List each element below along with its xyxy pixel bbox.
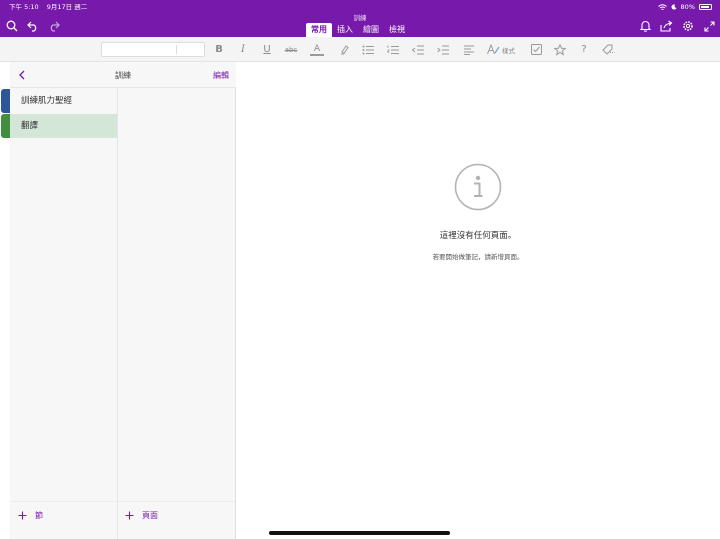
tab-draw[interactable]: 繪圖 xyxy=(358,23,384,37)
home-indicator[interactable] xyxy=(269,531,450,535)
info-icon xyxy=(454,163,502,211)
font-color-bar xyxy=(310,53,324,56)
align-left-icon xyxy=(464,45,474,55)
decrease-indent-button[interactable] xyxy=(411,42,425,57)
indent-icon xyxy=(436,45,449,54)
tab-view[interactable]: 檢視 xyxy=(384,23,410,37)
bold-button[interactable]: B xyxy=(212,42,226,57)
navigation-title: 訓練 xyxy=(115,71,131,80)
expand-icon xyxy=(703,20,715,32)
styles-label: 樣式 xyxy=(502,46,515,55)
formatting-toolbar: B I U abc A 樣式 ? xyxy=(0,37,720,62)
sections-footer-divider xyxy=(10,501,117,502)
search-button[interactable] xyxy=(4,18,20,34)
todo-tag-button[interactable] xyxy=(529,42,543,57)
add-section-label: 節 xyxy=(35,511,43,520)
moon-icon xyxy=(671,4,677,10)
styles-button[interactable]: 樣式 xyxy=(487,42,515,57)
redo-button[interactable] xyxy=(46,18,62,34)
status-bar-right: 80% xyxy=(657,3,712,11)
more-tags-button[interactable] xyxy=(601,42,615,57)
notifications-button[interactable] xyxy=(637,18,653,34)
share-icon xyxy=(659,20,672,32)
undo-button[interactable] xyxy=(25,18,41,34)
edit-button[interactable]: 編輯 xyxy=(213,70,229,81)
share-button[interactable] xyxy=(658,18,674,34)
empty-state-title: 這裡沒有任何頁面。 xyxy=(439,231,517,241)
add-section-button[interactable]: 節 xyxy=(18,510,43,521)
styles-icon xyxy=(487,44,500,55)
highlight-button[interactable] xyxy=(337,42,351,57)
notebook-title: 訓練 xyxy=(353,14,367,22)
expand-button[interactable] xyxy=(701,18,717,34)
font-color-letter: A xyxy=(313,43,321,54)
bullet-list-icon xyxy=(362,45,374,54)
plus-icon xyxy=(125,511,134,520)
plus-icon xyxy=(18,511,27,520)
navigation-header: 訓練 編輯 xyxy=(10,62,236,88)
settings-button[interactable] xyxy=(680,18,696,34)
section-item-strength-training[interactable]: 訓練肌力聖經 xyxy=(10,89,117,113)
add-page-label: 頁面 xyxy=(142,511,158,520)
gear-icon xyxy=(683,21,693,31)
section-item-translation[interactable]: 翻譯 xyxy=(10,114,117,138)
undo-icon xyxy=(27,21,37,32)
app-header: 下午 5:10 9月17日 週二 80% 訓練 常用 插入 繪圖 檢視 xyxy=(0,0,720,37)
star-icon xyxy=(554,43,566,56)
status-date: 9月17日 週二 xyxy=(46,3,88,11)
font-color-button[interactable]: A xyxy=(310,42,324,57)
bell-icon xyxy=(639,20,651,32)
section-label: 翻譯 xyxy=(21,121,39,131)
ribbon-tabs: 常用 插入 繪圖 檢視 xyxy=(306,23,410,37)
battery-percent: 80% xyxy=(680,3,695,11)
font-selector[interactable] xyxy=(101,42,205,57)
question-tag-button[interactable]: ? xyxy=(577,42,591,57)
pages-pane xyxy=(118,88,236,539)
bullets-button[interactable] xyxy=(361,42,375,57)
pages-footer-divider xyxy=(119,501,235,502)
numbering-button[interactable] xyxy=(386,42,400,57)
battery-icon xyxy=(699,4,712,10)
redo-icon xyxy=(50,21,60,32)
status-bar-left: 下午 5:10 9月17日 週二 xyxy=(9,3,93,11)
checkbox-icon xyxy=(530,44,542,55)
tab-insert[interactable]: 插入 xyxy=(332,23,358,37)
section-color-tab xyxy=(1,114,10,138)
section-color-tab xyxy=(1,89,10,113)
outdent-icon xyxy=(411,45,424,54)
strikethrough-button[interactable]: abc xyxy=(284,42,298,57)
important-tag-button[interactable] xyxy=(553,42,567,57)
increase-indent-button[interactable] xyxy=(436,42,450,57)
add-page-button[interactable]: 頁面 xyxy=(125,510,158,521)
wifi-icon xyxy=(657,3,667,10)
tag-icon xyxy=(601,44,614,55)
tab-home[interactable]: 常用 xyxy=(306,23,332,37)
numbered-list-icon xyxy=(386,45,399,54)
section-label: 訓練肌力聖經 xyxy=(21,96,73,106)
align-button[interactable] xyxy=(462,42,476,57)
status-time: 下午 5:10 xyxy=(9,3,39,11)
highlighter-icon xyxy=(340,45,349,55)
empty-state-subtitle: 若要開始做筆記，請新增頁面。 xyxy=(432,253,524,261)
underline-button[interactable]: U xyxy=(260,42,274,57)
search-icon xyxy=(6,20,18,32)
italic-button[interactable]: I xyxy=(236,42,250,57)
